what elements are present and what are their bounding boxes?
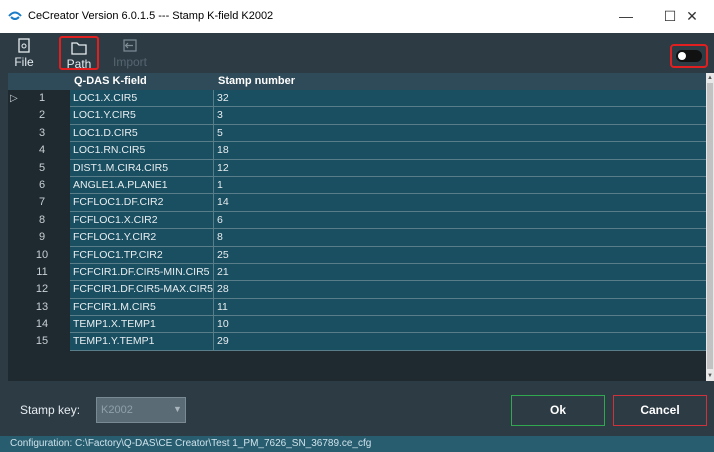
path-button[interactable]: Path xyxy=(59,36,99,71)
row-number: 6 xyxy=(38,178,46,191)
column-header-kfield[interactable]: Q-DAS K-field xyxy=(74,75,147,87)
stamp-number-cell[interactable]: 11 xyxy=(214,298,706,317)
row-number: 7 xyxy=(38,196,46,209)
app-logo-icon xyxy=(8,11,22,20)
stamp-number-cell[interactable]: 3 xyxy=(214,107,706,125)
grid-body: ▷ 1 LOC1.X.CIR5 32 2 LOC1.Y.CIR5 3 3 LOC1.D.CIR5… xyxy=(8,90,706,351)
vertical-scrollbar[interactable]: ▲ ▼ xyxy=(706,73,714,381)
row-number: 12 xyxy=(35,283,49,296)
kfield-cell[interactable]: TEMP1.X.TEMP1 xyxy=(70,316,214,334)
file-button[interactable]: File xyxy=(4,36,44,70)
row-number: 3 xyxy=(38,126,46,139)
table-row[interactable]: 11 FCFCIR1.DF.CIR5-MIN.CIR5 21 xyxy=(8,263,706,282)
stamp-number-cell[interactable]: 21 xyxy=(214,263,706,282)
stamp-number-cell[interactable]: 32 xyxy=(214,90,706,108)
scroll-thumb[interactable] xyxy=(707,83,713,369)
kfield-cell[interactable]: FCFCIR1.DF.CIR5-MIN.CIR5 xyxy=(70,263,214,282)
window-title: CeCreator Version 6.0.1.5 --- Stamp K-fi… xyxy=(28,10,274,22)
kfield-cell[interactable]: FCFLOC1.DF.CIR2 xyxy=(70,194,214,212)
stamp-number-cell[interactable]: 8 xyxy=(214,229,706,247)
table-row[interactable]: 2 LOC1.Y.CIR5 3 xyxy=(8,107,706,125)
stamp-number-cell[interactable]: 29 xyxy=(214,333,706,351)
import-button-label: Import xyxy=(112,55,147,69)
stamp-number-cell[interactable]: 1 xyxy=(214,176,706,195)
stamp-number-cell[interactable]: 28 xyxy=(214,281,706,299)
table-row[interactable]: 6 ANGLE1.A.PLANE1 1 xyxy=(8,176,706,195)
kfield-cell[interactable]: ANGLE1.A.PLANE1 xyxy=(70,176,214,195)
toggle-highlight xyxy=(670,44,708,68)
kfield-cell[interactable]: FCFLOC1.X.CIR2 xyxy=(70,211,214,230)
kfield-cell[interactable]: TEMP1.Y.TEMP1 xyxy=(70,333,214,351)
row-number: 14 xyxy=(35,318,49,331)
table-row[interactable]: 14 TEMP1.X.TEMP1 10 xyxy=(8,316,706,334)
grid-header: Q-DAS K-field Stamp number xyxy=(8,73,706,90)
stamp-grid: Q-DAS K-field Stamp number ▷ 1 LOC1.X.CIR5… xyxy=(8,73,706,381)
row-number: 13 xyxy=(35,300,49,313)
table-row[interactable]: 4 LOC1.RN.CIR5 18 xyxy=(8,142,706,160)
row-number: 8 xyxy=(38,213,46,226)
row-number: 11 xyxy=(36,265,48,278)
stamp-number-cell[interactable]: 18 xyxy=(214,142,706,160)
kfield-cell[interactable]: LOC1.D.CIR5 xyxy=(70,124,214,143)
stamp-key-select[interactable]: K2002 ▼ xyxy=(96,397,186,423)
kfield-cell[interactable]: FCFLOC1.Y.CIR2 xyxy=(70,229,214,247)
status-bar: Configuration: C:\Factory\Q-DAS\CE Creat… xyxy=(0,436,714,452)
kfield-cell[interactable]: FCFLOC1.TP.CIR2 xyxy=(70,246,214,264)
stamp-number-cell[interactable]: 25 xyxy=(214,246,706,264)
table-row[interactable]: 7 FCFLOC1.DF.CIR2 14 xyxy=(8,194,706,212)
kfield-cell[interactable]: LOC1.RN.CIR5 xyxy=(70,142,214,160)
application-window: CeCreator Version 6.0.1.5 --- Stamp K-fi… xyxy=(0,0,714,452)
stamp-number-cell[interactable]: 6 xyxy=(214,211,706,230)
cancel-button[interactable]: Cancel xyxy=(613,395,707,426)
stamp-key-label: Stamp key: xyxy=(20,403,81,417)
table-row[interactable]: 10 FCFLOC1.TP.CIR2 25 xyxy=(8,246,706,264)
toggle-knob xyxy=(678,52,686,60)
chevron-down-icon: ▼ xyxy=(173,404,182,414)
row-selector-icon: ▷ xyxy=(10,93,18,104)
row-number: 4 xyxy=(38,144,46,157)
row-number: 9 xyxy=(38,231,46,244)
table-row[interactable]: 5 DIST1.M.CIR4.CIR5 12 xyxy=(8,159,706,177)
minimize-button[interactable]: — xyxy=(604,0,648,33)
stamp-number-cell[interactable]: 12 xyxy=(214,159,706,177)
kfield-cell[interactable]: LOC1.X.CIR5 xyxy=(70,90,214,108)
close-button[interactable]: ✕ xyxy=(670,0,714,33)
kfield-cell[interactable]: FCFCIR1.M.CIR5 xyxy=(70,298,214,317)
row-number: 5 xyxy=(38,161,46,174)
table-row[interactable]: 3 LOC1.D.CIR5 5 xyxy=(8,124,706,143)
stamp-number-cell[interactable]: 10 xyxy=(214,316,706,334)
scroll-up-icon[interactable]: ▲ xyxy=(706,73,714,83)
table-row[interactable]: 15 TEMP1.Y.TEMP1 29 xyxy=(8,333,706,351)
import-button[interactable]: Import xyxy=(110,36,150,70)
path-button-label: Path xyxy=(66,57,92,71)
import-icon xyxy=(123,39,137,52)
column-header-stamp[interactable]: Stamp number xyxy=(218,75,295,87)
title-bar: CeCreator Version 6.0.1.5 --- Stamp K-fi… xyxy=(0,0,714,33)
stamp-number-cell[interactable]: 5 xyxy=(214,124,706,143)
row-number: 1 xyxy=(38,92,46,104)
table-row[interactable]: 8 FCFLOC1.X.CIR2 6 xyxy=(8,211,706,230)
stamp-key-value: K2002 xyxy=(101,404,133,416)
table-row[interactable]: 12 FCFCIR1.DF.CIR5-MAX.CIR5 28 xyxy=(8,281,706,299)
stamp-number-cell[interactable]: 14 xyxy=(214,194,706,212)
folder-icon xyxy=(71,42,87,55)
table-row[interactable]: 13 FCFCIR1.M.CIR5 11 xyxy=(8,298,706,317)
row-number: 10 xyxy=(35,248,49,261)
file-icon xyxy=(18,38,30,53)
kfield-cell[interactable]: DIST1.M.CIR4.CIR5 xyxy=(70,159,214,177)
theme-toggle[interactable] xyxy=(676,50,702,62)
kfield-cell[interactable]: LOC1.Y.CIR5 xyxy=(70,107,214,125)
table-row[interactable]: 9 FCFLOC1.Y.CIR2 8 xyxy=(8,229,706,247)
file-button-label: File xyxy=(14,55,34,69)
table-row[interactable]: ▷ 1 LOC1.X.CIR5 32 xyxy=(8,90,706,108)
toolbar: File Path Import xyxy=(0,33,714,73)
ok-button[interactable]: Ok xyxy=(511,395,605,426)
row-number: 15 xyxy=(35,335,49,348)
row-number: 2 xyxy=(38,109,46,122)
kfield-cell[interactable]: FCFCIR1.DF.CIR5-MAX.CIR5 xyxy=(70,281,214,299)
scroll-down-icon[interactable]: ▼ xyxy=(706,371,714,381)
